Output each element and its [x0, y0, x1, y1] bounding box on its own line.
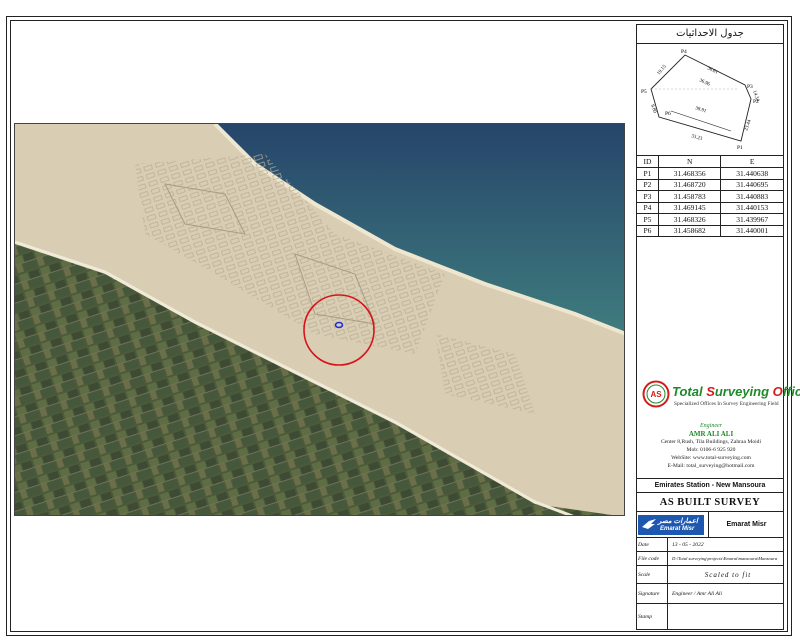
file-code-label: File code: [638, 552, 668, 565]
sketch-label-p6: P6: [665, 111, 671, 117]
stamp-row: Stamp: [636, 604, 784, 630]
col-header-n: N: [657, 155, 722, 168]
sketch-dim-1: 36.61: [706, 66, 719, 75]
sketch-dim-4: 33.23: [690, 134, 703, 142]
stamp-label: Stamp: [638, 604, 668, 630]
office-logo-block: AS Total Surveying Office Specialized Of…: [638, 376, 800, 474]
office-email: E-Mail: total_surveying@hotmail.com: [667, 463, 755, 469]
sketch-label-p1: P1: [737, 145, 743, 151]
file-code-value: D:\Total surveying\projects\Emarat\manso…: [672, 556, 778, 561]
office-address: Center 8,Rush, Tila Buildings, Zahraa Mo…: [660, 439, 762, 445]
client-row: اعمارات مصر Emarat Misr Emarat Misr: [636, 512, 784, 538]
coordinates-table: ID N E P1 31.468356 31.440638 P2 31.468720 3…: [636, 155, 784, 237]
sketch-dim-2: 36.96: [698, 78, 711, 87]
client-name: Emarat Misr: [708, 512, 784, 538]
office-contact: Engineer AMR ALI ALI Center 8,Rush, Tila…: [638, 422, 784, 470]
date-label: Date: [638, 538, 668, 551]
engineer-name: AMR ALI ALI: [688, 430, 734, 438]
engineer-label: Engineer: [700, 423, 722, 429]
sketch-label-p4: P4: [681, 49, 687, 55]
signature-row: Signature Engineer / Amr Ali Ali: [636, 584, 784, 604]
date-row: Date 13 - 05 - 2022: [636, 538, 784, 552]
drawing-title-block: Emirates Station - New Mansoura AS BUILT…: [636, 478, 784, 630]
sketch-dim-5: 19.15: [657, 64, 668, 76]
table-row: P6 31.458682 31.440001: [636, 224, 784, 237]
office-seal-icon: AS: [642, 380, 670, 408]
table-row: P2 31.468720 31.440695: [636, 178, 784, 191]
office-name: Total Surveying Office: [672, 384, 800, 399]
client-logo-english: Emarat Misr: [660, 526, 695, 532]
sketch-dim-3: 38.91: [694, 106, 707, 114]
file-code-row: File code D:\Total surveying\projects\Em…: [636, 552, 784, 566]
satellite-image: [14, 123, 625, 516]
table-row: P4 31.469145 31.440153: [636, 201, 784, 214]
project-name: Emirates Station - New Mansoura: [636, 479, 784, 493]
table-row: P1 31.468356 31.440638: [636, 167, 784, 180]
plot-sketch: P4 P3 P2 P1 P5 P6 36.61 36.96 38.91 33.2…: [641, 49, 760, 151]
svg-text:AS: AS: [650, 390, 662, 399]
col-header-id: ID: [636, 155, 659, 168]
table-row: P3 31.458783 31.440883: [636, 190, 784, 203]
office-website: WebSite: www.total-surveying.com: [671, 455, 751, 461]
sketch-label-p5: P5: [641, 89, 647, 95]
signature-label: Signature: [638, 584, 668, 603]
sketch-label-p3: P3: [747, 84, 753, 90]
date-value: 13 - 05 - 2022: [672, 542, 704, 548]
client-logo-arabic: اعمارات مصر: [658, 518, 698, 525]
coordinates-title: جدول الاحداثيات: [636, 24, 784, 44]
office-tagline: Specialized Offices In Survey Engineerin…: [674, 401, 779, 407]
signature-value: Engineer / Amr Ali Ali: [672, 591, 723, 597]
scale-label: Scale: [638, 566, 668, 583]
table-row: P5 31.468326 31.439967: [636, 213, 784, 226]
col-header-e: E: [720, 155, 784, 168]
client-logo: اعمارات مصر Emarat Misr: [638, 515, 704, 535]
drawing-title: AS BUILT SURVEY: [636, 493, 784, 512]
office-mobile: Mob: 0106-6 925 920: [686, 447, 736, 453]
scale-row: Scale Scaled to fit: [636, 566, 784, 584]
scale-value: Scaled to fit: [704, 571, 752, 579]
bird-icon: [642, 519, 656, 529]
